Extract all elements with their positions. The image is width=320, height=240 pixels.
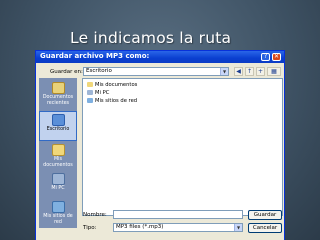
help-button[interactable]: ? (261, 53, 270, 61)
back-icon[interactable]: ◀ (234, 67, 243, 76)
close-button[interactable]: ✕ (272, 53, 281, 61)
place-mis-documentos[interactable]: Mis documentos (39, 142, 77, 172)
filetype-label: Tipo: (83, 225, 97, 231)
file-name: Mis documentos (95, 82, 138, 88)
file-item-mis-documentos[interactable]: Mis documentos (87, 82, 137, 89)
file-name: Mis sitios de red (95, 98, 138, 104)
filetype-dropdown[interactable]: MP3 files (*.mp3) ▼ (113, 223, 243, 232)
dialog-title: Guardar archivo MP3 como: (40, 52, 150, 60)
place-label: Mi PC (51, 186, 65, 191)
place-label: Mis sitios de red (43, 214, 73, 225)
network-icon (87, 98, 93, 103)
new-folder-icon[interactable]: + (256, 67, 265, 76)
views-menu-icon[interactable]: ▦ (267, 67, 281, 76)
place-label: Documentos recientes (42, 95, 74, 106)
file-name: Mi PC (95, 90, 110, 96)
up-folder-icon[interactable]: ↑ (245, 67, 254, 76)
place-mi-pc[interactable]: Mi PC (39, 171, 77, 201)
save-in-value: Escritorio (86, 68, 112, 74)
cancel-button[interactable]: Cancelar (248, 223, 282, 233)
filename-input[interactable] (113, 210, 243, 219)
save-in-label: Guardar en: (50, 69, 83, 75)
place-mis-sitios-de-red[interactable]: Mis sitios de red (39, 199, 77, 229)
filename-label: Nombre: (83, 212, 107, 218)
desktop-icon (51, 114, 65, 126)
dialog-titlebar[interactable]: Guardar archivo MP3 como: ? ✕ (36, 51, 284, 63)
folder-icon (87, 82, 93, 87)
filetype-value: MP3 files (*.mp3) (116, 224, 164, 230)
my-documents-icon (51, 144, 65, 156)
recent-documents-icon (51, 82, 65, 94)
place-documentos-recientes[interactable]: Documentos recientes (39, 80, 77, 110)
save-in-dropdown[interactable]: Escritorio ▼ (83, 67, 229, 76)
place-escritorio[interactable]: Escritorio (39, 111, 77, 141)
file-list[interactable]: Mis documentos Mi PC Mis sitios de red (82, 78, 283, 216)
place-label: Escritorio (46, 127, 70, 132)
places-bar: Documentos recientes Escritorio Mis docu… (39, 78, 77, 228)
file-item-mi-pc[interactable]: Mi PC (87, 90, 109, 97)
file-item-mis-sitios-de-red[interactable]: Mis sitios de red (87, 98, 137, 105)
computer-icon (87, 90, 93, 95)
slide-title: Le indicamos la ruta (70, 29, 232, 47)
chevron-down-icon[interactable]: ▼ (234, 224, 242, 231)
place-label: Mis documentos (43, 157, 73, 168)
save-button[interactable]: Guardar (248, 210, 282, 220)
chevron-down-icon[interactable]: ▼ (220, 68, 228, 75)
network-places-icon (51, 201, 65, 213)
my-computer-icon (51, 173, 65, 185)
save-as-dialog: Guardar archivo MP3 como: ? ✕ Guardar en… (35, 50, 285, 240)
